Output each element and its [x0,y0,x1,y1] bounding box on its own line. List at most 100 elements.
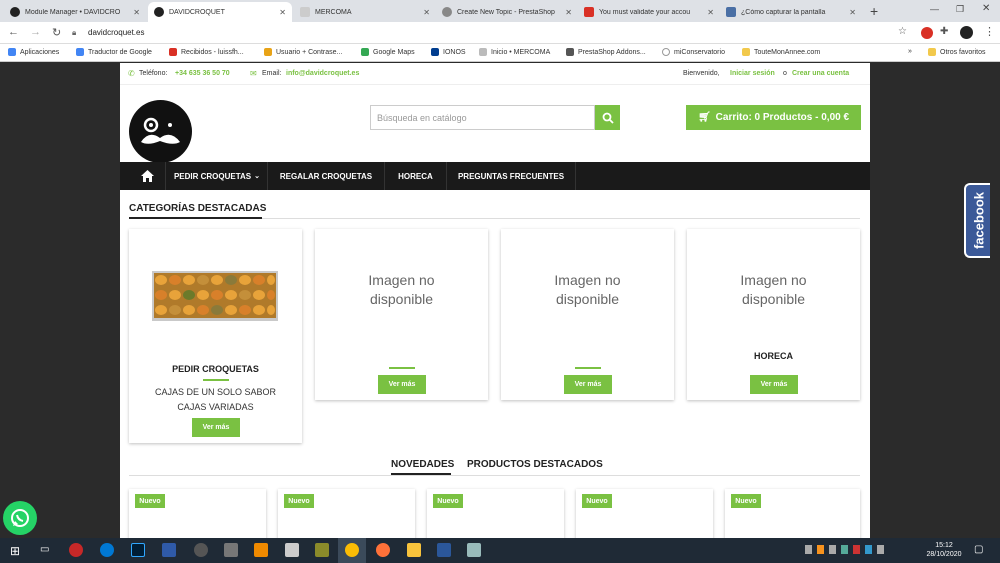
browser-tab[interactable]: Create New Topic - PrestaShop ✕ [436,2,578,22]
product-card[interactable]: Nuevo [129,489,266,538]
browser-tab-active[interactable]: DAVIDCROQUET ✕ [148,2,292,22]
browser-tab[interactable]: Module Manager • DAVIDCRO ✕ [4,2,146,22]
close-tab-icon[interactable]: ✕ [423,8,430,17]
adblock-extension-icon[interactable] [921,27,933,39]
close-tab-icon[interactable]: ✕ [133,8,140,17]
search-input[interactable]: Búsqueda en catálogo [370,105,595,130]
more-bookmarks-button[interactable]: » [908,48,912,55]
windows-start-icon[interactable]: ⊞ [10,544,20,558]
app-icon[interactable] [194,543,208,557]
phone-link[interactable]: +34 635 36 50 70 [175,70,230,77]
tray-icon[interactable] [805,545,812,554]
cart-button[interactable]: 🛒︎ Carrito: 0 Productos - 0,00 € [686,105,861,130]
bookmark-item[interactable]: TouteMonAnnee.com [742,48,820,56]
whatsapp-button[interactable] [3,501,37,535]
edge-icon[interactable] [100,543,114,557]
reload-icon[interactable]: ↻ [52,26,61,39]
category-card[interactable]: Imagen no disponible Ver más [315,229,488,400]
power-app-icon[interactable] [69,543,83,557]
menu-icon[interactable]: ⋮ [984,25,995,38]
product-card[interactable]: Nuevo [278,489,415,538]
forward-icon[interactable]: → [30,26,41,38]
task-view-icon[interactable]: ▭ [40,544,49,555]
browser-tab[interactable]: You must validate your accou ✕ [578,2,720,22]
back-icon[interactable]: ← [8,26,19,38]
site-logo[interactable] [129,100,192,163]
battery-icon[interactable] [877,545,884,554]
tray-icon[interactable] [817,545,824,554]
ver-mas-button[interactable]: Ver más [378,375,426,394]
product-card[interactable]: Nuevo [576,489,713,538]
ver-mas-button[interactable]: Ver más [750,375,798,394]
photoshop-icon[interactable] [131,543,145,557]
bookmark-item[interactable]: Traductor de Google [76,48,152,56]
category-card[interactable]: PEDIR CROQUETAS CAJAS DE UN SOLO SABOR C… [129,229,302,443]
tray-icon[interactable] [829,545,836,554]
bluetooth-icon[interactable] [865,545,872,554]
clock[interactable]: 15:12 28/10/2020 [924,541,964,559]
profile-avatar[interactable] [960,26,973,39]
tray-icon[interactable] [841,545,848,554]
browser-tab[interactable]: MERCOMA ✕ [294,2,436,22]
bookmark-item[interactable]: PrestaShop Addons... [566,48,646,56]
close-tab-icon[interactable]: ✕ [849,8,856,17]
bookmark-item[interactable]: Google Maps [361,48,415,56]
bookmark-item[interactable]: Recibidos - luissfh... [169,48,244,56]
nav-item-pedir-croquetas[interactable]: PEDIR CROQUETAS ⌄ [167,162,268,190]
url-field[interactable]: davidcroquet.es [88,28,144,37]
page-background-right [870,63,1000,538]
app-icon[interactable] [467,543,481,557]
bookmark-item[interactable]: miConservatorio [662,48,725,56]
product-card[interactable]: Nuevo [427,489,564,538]
category-card[interactable]: Imagen no disponible HORECA Ver más [687,229,860,400]
vlc-icon[interactable] [254,543,268,557]
minimize-window-button[interactable]: — [930,4,939,14]
no-image-text: Imagen no [554,272,621,288]
register-link[interactable]: Crear una cuenta [792,70,849,77]
tray-icon[interactable] [853,545,860,554]
nav-item-horeca[interactable]: HORECA [385,162,447,190]
product-card[interactable]: Nuevo [725,489,860,538]
close-tab-icon[interactable]: ✕ [707,8,714,17]
notifications-icon[interactable]: ▢ [974,544,983,555]
nav-item-regalar-croquetas[interactable]: REGALAR CROQUETAS [268,162,385,190]
category-card[interactable]: Imagen no disponible Ver más [501,229,674,400]
close-tab-icon[interactable]: ✕ [279,8,286,17]
word-icon[interactable] [437,543,451,557]
new-tab-button[interactable]: + [870,3,878,19]
close-window-button[interactable]: ✕ [982,3,990,14]
lock-icon[interactable]: 🔒︎ [72,28,76,38]
chrome-taskbar-active[interactable] [338,538,366,563]
search-button[interactable] [595,105,620,130]
extensions-icon[interactable]: ✚ [940,26,948,37]
other-favorites[interactable]: Otros favoritos [928,48,986,56]
bookmark-item[interactable]: Usuario + Contrase... [264,48,342,56]
tab-novedades[interactable]: NOVEDADES [391,459,454,470]
file-explorer-icon[interactable] [407,543,421,557]
close-tab-icon[interactable]: ✕ [565,8,572,17]
app-icon[interactable] [285,543,299,557]
maximize-window-button[interactable]: ❐ [956,4,964,15]
app-icon[interactable] [315,543,329,557]
app-icon[interactable] [162,543,176,557]
bookmark-item[interactable]: Inicio • MERCOMA [479,48,550,56]
subcategory-link[interactable]: CAJAS VARIADAS [129,402,302,412]
category-name[interactable]: HORECA [687,351,860,361]
bookmark-star-icon[interactable]: ☆ [898,26,907,37]
bookmark-apps[interactable]: Aplicaciones [8,48,59,56]
category-name[interactable]: PEDIR CROQUETAS [129,364,302,374]
home-button[interactable] [130,162,166,190]
ver-mas-button[interactable]: Ver más [192,418,240,437]
firefox-icon[interactable] [376,543,390,557]
subcategory-link[interactable]: CAJAS DE UN SOLO SABOR [129,387,302,397]
app-icon[interactable] [224,543,238,557]
browser-tab[interactable]: ¿Cómo capturar la pantalla ✕ [720,2,862,22]
login-link[interactable]: Iniciar sesión [730,70,775,77]
tab-productos-destacados[interactable]: PRODUCTOS DESTACADOS [467,459,603,470]
facebook-side-tab[interactable]: facebook [964,183,990,258]
ver-mas-button[interactable]: Ver más [564,375,612,394]
bookmark-item[interactable]: IONOS [431,48,466,56]
email-link[interactable]: info@davidcroquet.es [286,70,359,77]
nav-item-preguntas-frecuentes[interactable]: PREGUNTAS FRECUENTES [447,162,576,190]
croquetas-box-image [152,271,278,321]
